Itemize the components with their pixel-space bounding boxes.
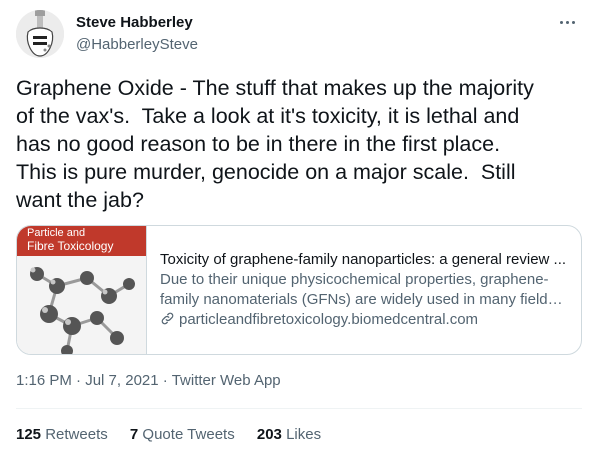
more-dot [572,21,575,24]
card-title[interactable]: Toxicity of graphene-family nanoparticle… [160,250,570,270]
link-icon [161,312,174,325]
card-description-line1: Due to their unique physicochemical prop… [160,271,549,288]
display-name[interactable]: Steve Habberley [76,14,193,31]
quote-tweets-stat[interactable]: 7 Quote Tweets [130,426,239,443]
likes-label: Likes [286,426,322,443]
card-domain: particleandfibretoxicology.biomedcentral… [179,311,479,328]
tweet-date[interactable]: Jul 7, 2021 [85,372,158,389]
tweet-source[interactable]: Twitter Web App [172,372,281,389]
meta-separator: · [162,372,168,389]
engagement-stats: 125 Retweets 7 Quote Tweets 203 Likes [16,426,339,443]
card-body: Toxicity of graphene-family nanoparticle… [160,250,570,330]
link-preview-card[interactable]: Particle and Fibre Toxicology Toxicity o… [16,225,582,355]
card-description-line2: family nanomaterials (GFNs) are widely u… [160,291,570,308]
quote-tweets-count: 7 [129,426,139,443]
divider [16,408,582,409]
likes-count: 203 [256,426,282,443]
thumb-journal-line2: Fibre Toxicology [27,239,113,253]
molecule-thumbnail-image: Particle and Fibre Toxicology [17,226,146,354]
card-domain-row[interactable]: particleandfibretoxicology.biomedcentral… [160,310,570,330]
meta-separator: · [76,372,82,389]
card-thumbnail: Particle and Fibre Toxicology [17,226,147,354]
tweet-header: Steve Habberley @HabberleySteve [16,10,582,58]
more-horizontal-icon[interactable] [558,12,578,32]
thumb-journal-line1: Particle and [27,227,85,239]
retweets-stat[interactable]: 125 Retweets [16,426,112,443]
more-dot [566,21,569,24]
retweets-count: 125 [16,426,42,443]
user-handle[interactable]: @HabberleySteve [76,36,198,53]
tweet-text: Graphene Oxide - The stuff that makes up… [16,76,534,212]
guitar-avatar-image [16,10,64,58]
tweet-meta: 1:16 PM · Jul 7, 2021 · Twitter Web App [16,372,281,389]
quote-tweets-label: Quote Tweets [142,426,235,443]
more-dot [560,21,563,24]
avatar[interactable] [16,10,64,58]
likes-stat[interactable]: 203 Likes [257,426,321,443]
tweet-time[interactable]: 1:16 PM [16,372,72,389]
retweets-label: Retweets [45,426,108,443]
